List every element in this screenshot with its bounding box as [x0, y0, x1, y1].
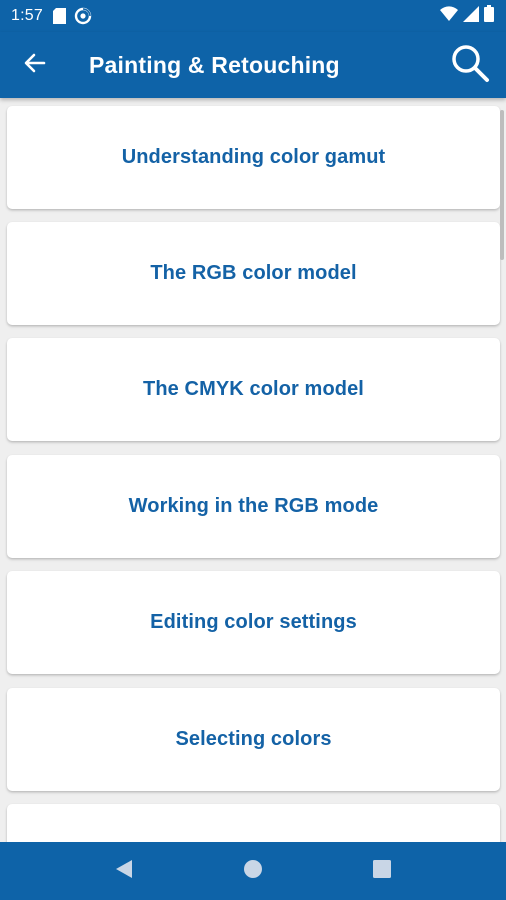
data-saver-icon [74, 7, 92, 25]
list-item[interactable]: Editing color settings [7, 571, 500, 674]
wifi-icon [440, 5, 458, 27]
system-nav-bar [0, 842, 506, 900]
list-item-label: The RGB color model [150, 262, 357, 284]
list-item-label: Working in the RGB mode [128, 495, 379, 517]
back-triangle-icon [115, 859, 133, 884]
list-item-label: Selecting colors [175, 728, 332, 750]
nav-home-button[interactable] [229, 847, 277, 895]
search-icon [450, 43, 490, 88]
app-bar: Painting & Retouching [0, 32, 506, 98]
nav-back-button[interactable] [100, 847, 148, 895]
list-item[interactable] [7, 804, 500, 842]
status-time: 1:57 [11, 7, 43, 24]
recents-square-icon [372, 859, 391, 883]
list-item[interactable]: Selecting colors [7, 688, 500, 791]
sd-card-icon [52, 8, 66, 24]
arrow-left-icon [23, 51, 47, 80]
list-item[interactable]: The CMYK color model [7, 338, 500, 441]
topic-list[interactable]: Understanding color gamut The RGB color … [0, 98, 506, 842]
scrollbar-thumb[interactable] [500, 110, 504, 260]
status-right-icons [440, 5, 494, 27]
list-item-label: The CMYK color model [143, 378, 364, 400]
page-title: Painting & Retouching [89, 51, 340, 78]
list-item[interactable]: Understanding color gamut [7, 106, 500, 209]
list-item[interactable]: The RGB color model [7, 222, 500, 325]
list-item-label: Editing color settings [150, 611, 357, 633]
battery-icon [484, 5, 494, 27]
signal-icon [463, 5, 479, 27]
search-button[interactable] [446, 41, 494, 89]
home-circle-icon [243, 859, 263, 884]
list-item-label: Understanding color gamut [121, 146, 386, 168]
list-item[interactable]: Working in the RGB mode [7, 455, 500, 558]
status-bar: 1:57 [0, 0, 506, 32]
screen: 1:57 Painting & Retouching Understanding… [0, 0, 506, 900]
back-button[interactable] [14, 44, 56, 86]
nav-recents-button[interactable] [358, 847, 406, 895]
